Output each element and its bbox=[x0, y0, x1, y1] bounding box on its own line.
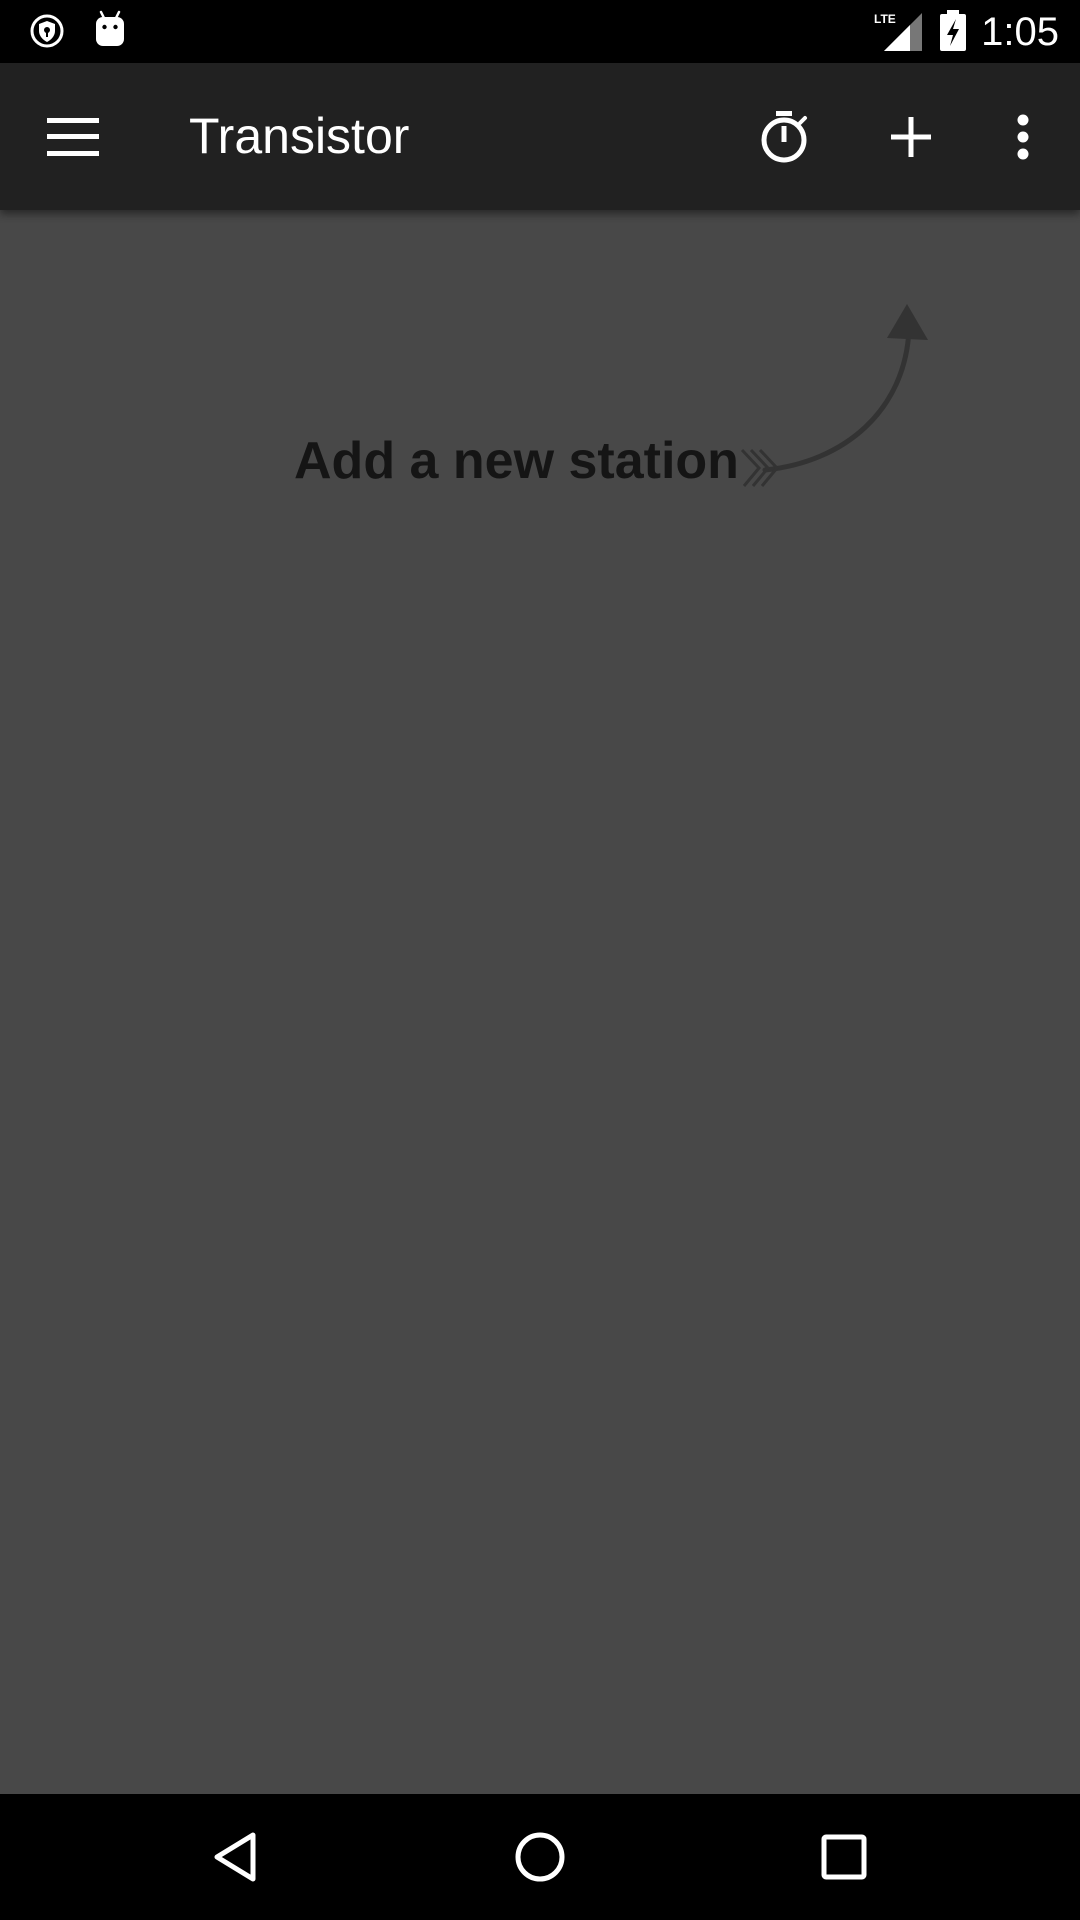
sleep-timer-button[interactable] bbox=[721, 63, 847, 210]
recents-icon bbox=[821, 1834, 867, 1880]
back-icon bbox=[214, 1832, 256, 1882]
app-bar: Transistor bbox=[0, 63, 1080, 210]
vpn-shield-icon bbox=[30, 14, 64, 48]
home-icon bbox=[515, 1832, 565, 1882]
phone-screen: LTE 1:05 Transistor Add a new station bbox=[0, 0, 1080, 1920]
android-debug-icon bbox=[96, 10, 124, 46]
svg-text:LTE: LTE bbox=[874, 12, 896, 26]
back-button[interactable] bbox=[146, 1794, 326, 1920]
lte-signal-icon: LTE bbox=[874, 12, 922, 51]
status-bar: LTE 1:05 bbox=[0, 0, 1080, 63]
add-station-button[interactable] bbox=[848, 63, 974, 210]
app-title: Transistor bbox=[189, 108, 410, 164]
system-navigation-bar bbox=[0, 1794, 1080, 1920]
timer-icon bbox=[761, 110, 807, 162]
menu-icon bbox=[47, 117, 99, 156]
more-options-button[interactable] bbox=[960, 63, 1080, 210]
recents-button[interactable] bbox=[754, 1794, 934, 1920]
empty-state-hint: Add a new station bbox=[294, 432, 739, 490]
station-list-empty: Add a new station bbox=[0, 210, 1080, 1794]
pointer-arrow-icon bbox=[740, 304, 928, 487]
battery-charging-icon bbox=[940, 10, 966, 51]
status-bar-clock: 1:05 bbox=[981, 10, 1059, 54]
add-icon bbox=[891, 116, 931, 157]
navigation-menu-button[interactable] bbox=[10, 63, 136, 210]
overflow-icon bbox=[1017, 114, 1029, 159]
home-button[interactable] bbox=[450, 1794, 630, 1920]
